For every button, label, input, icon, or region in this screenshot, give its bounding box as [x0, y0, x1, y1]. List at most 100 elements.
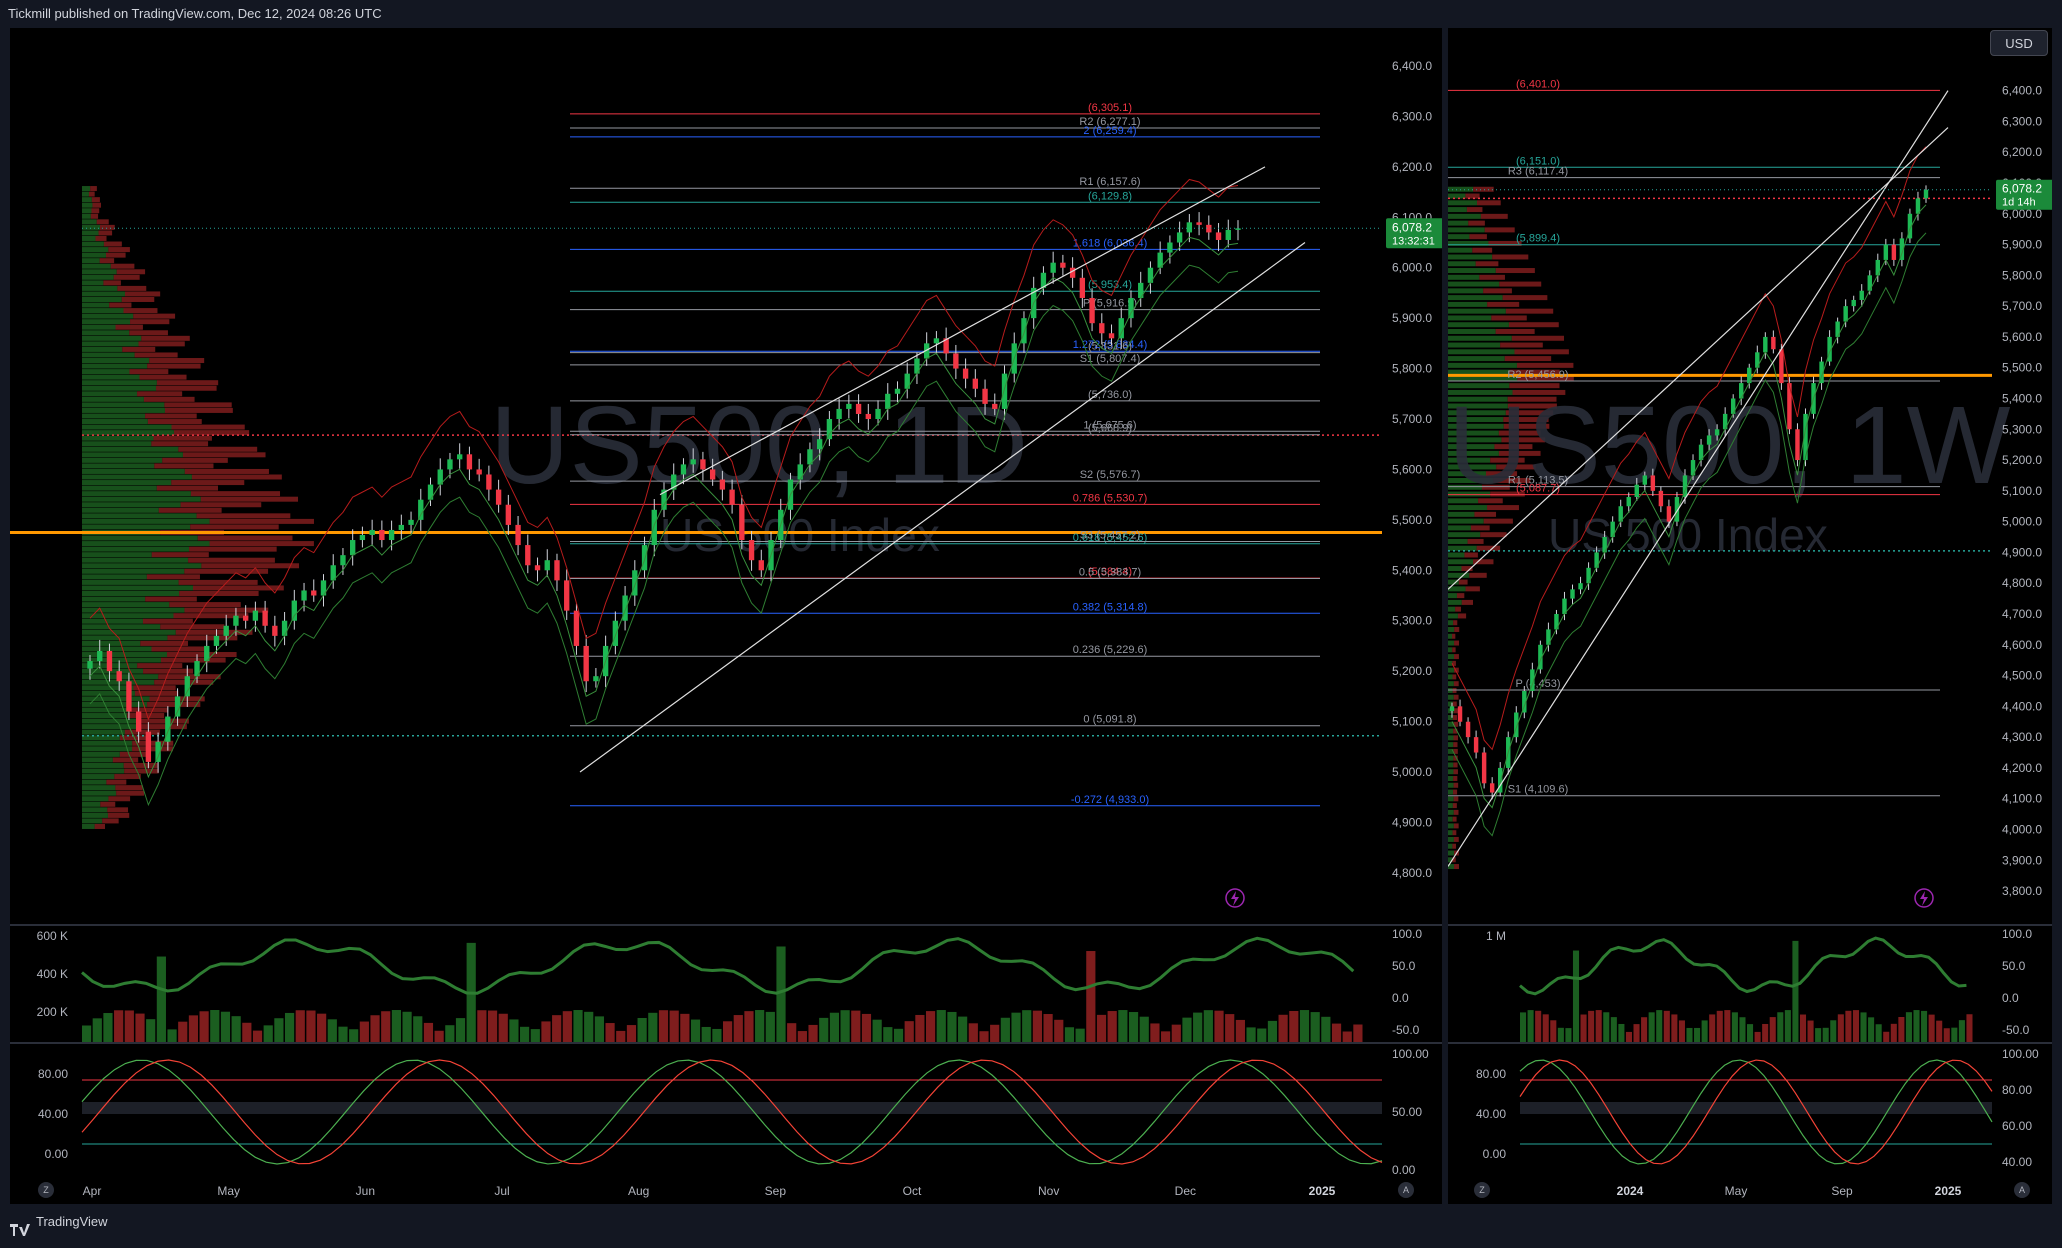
volume-bar: [520, 1026, 530, 1042]
volume-profile-bar-down: [1458, 579, 1468, 585]
volume-bar: [1656, 1010, 1663, 1042]
price-axis-label: 4,500.0: [2002, 669, 2042, 683]
candle-body: [1883, 244, 1889, 260]
volume-bar: [1852, 1010, 1859, 1042]
volume-profile-bar-down: [133, 685, 176, 691]
volume-bar: [1958, 1020, 1965, 1042]
volume-profile-bar-up: [82, 574, 147, 580]
volume-bar: [349, 1029, 359, 1042]
tradingview-logo-icon[interactable]: [10, 1216, 30, 1236]
right-auto-scale-a-button[interactable]: A: [2014, 1182, 2030, 1198]
left-auto-scale-a-button[interactable]: A: [1398, 1182, 1414, 1198]
right-main-chart[interactable]: US500, 1W US 500 Index (6,401.0) (6,151.0) R…: [1448, 28, 2052, 924]
volume-bar: [990, 1024, 1000, 1042]
volume-bar: [1663, 1010, 1670, 1042]
level-label: 0.5 (5,383.7): [1079, 567, 1141, 579]
volume-profile-bar-up: [1448, 660, 1453, 666]
volume-bar: [1633, 1024, 1640, 1042]
volume-profile-bar-down: [1452, 674, 1457, 680]
candle-body: [826, 419, 833, 440]
candle-body: [836, 408, 842, 420]
volume-profile-bar-down: [1480, 532, 1507, 538]
volume-bar: [1951, 1027, 1958, 1042]
right-volume-pane[interactable]: 1 M 100.0 50.0 0.0 -50.0: [1448, 926, 2052, 1042]
publish-header: Tickmill published on TradingView.com, D…: [0, 0, 2062, 28]
price-axis-label: 4,700.0: [2002, 607, 2042, 621]
volume-profile-bar-up: [82, 718, 141, 724]
volume-profile-bar-down: [178, 579, 258, 585]
volume-bar: [1868, 1017, 1875, 1042]
price-axis-label: 4,300.0: [2002, 730, 2042, 744]
candle-body: [281, 620, 288, 636]
price-axis-label: 4,000.0: [2002, 822, 2042, 836]
price-axis-label: 4,900.0: [2002, 545, 2042, 559]
volume-profile-bar-up: [82, 568, 185, 574]
volume-profile-bar-up: [1448, 559, 1474, 565]
candle-body: [573, 610, 580, 646]
volume-profile-bar-down: [1465, 586, 1480, 592]
volume-bar: [1588, 1010, 1595, 1042]
left-volume-pane[interactable]: 600 K 400 K 200 K 100.0 50.0 0.0 -50.0: [10, 926, 1442, 1042]
volume-profile-bar-down: [1483, 288, 1512, 294]
left-auto-scale-z-button[interactable]: Z: [38, 1182, 54, 1198]
volume-bar: [1603, 1012, 1610, 1042]
left-main-chart[interactable]: US500, 1D US 500 Index (6,305.1) R2 (6,277.…: [10, 28, 1442, 924]
volume-bar: [1625, 1031, 1632, 1042]
volume-profile-bar-down: [133, 313, 176, 319]
candle-body: [632, 570, 638, 596]
left-oscillator-pane[interactable]: 80.00 40.00 0.00 100.00 50.00 0.00: [10, 1044, 1442, 1178]
volume-profile-bar-up: [82, 602, 170, 608]
volume-profile-bar-down: [116, 269, 146, 275]
volume-bar: [1107, 1011, 1117, 1042]
currency-button[interactable]: USD: [1990, 30, 2048, 56]
right-time-axis[interactable]: 2024 May Sep 2025: [1448, 1178, 2052, 1204]
volume-bar: [1557, 1027, 1564, 1042]
price-axis-label: 5,300.0: [2002, 422, 2042, 436]
volume-profile-bar-up: [82, 346, 123, 352]
volume-profile-bar-down: [209, 541, 314, 547]
candle-body: [1570, 589, 1575, 599]
volume-bar: [92, 1018, 102, 1042]
candle-body: [700, 459, 706, 470]
volume-bar: [1278, 1014, 1288, 1042]
candle-body: [885, 393, 891, 409]
volume-profile-bar-down: [107, 812, 130, 818]
price-axis-label: 5,100.0: [1392, 715, 1432, 729]
candle-body: [583, 645, 589, 682]
candle-body: [1108, 333, 1115, 339]
volume-bar: [359, 1021, 369, 1042]
volume-profile-bar-up: [1448, 268, 1496, 274]
left-volume-svg: 600 K 400 K 200 K 100.0 50.0 0.0 -50.0: [37, 927, 1422, 1042]
volume-bar: [1928, 1014, 1935, 1042]
price-axis-label: 5,800.0: [2002, 268, 2042, 282]
candle-body: [495, 489, 502, 505]
right-oscillator-pane[interactable]: 80.00 40.00 0.00 100.00 80.00 60.00 40.00: [1448, 1044, 2052, 1178]
volume-profile-bar-down: [124, 729, 160, 735]
volume-profile-bar-down: [1454, 626, 1460, 632]
volume-profile-bar-up: [82, 557, 189, 563]
right-auto-scale-z-button[interactable]: Z: [1474, 1182, 1490, 1198]
volume-profile-bar-up: [82, 613, 174, 619]
volume-right-axis-label: 100.0: [2002, 927, 2032, 941]
volume-profile-bar-down: [200, 496, 299, 502]
volume-profile-bar-up: [82, 468, 185, 474]
candle-body: [729, 489, 735, 505]
volume-bar: [306, 1010, 316, 1042]
footer-brand[interactable]: TradingView: [36, 1206, 108, 1238]
left-time-axis[interactable]: Apr May Jun Jul Aug Sep Oct Nov Dec 2025: [10, 1178, 1442, 1204]
volume-bar: [295, 1010, 305, 1042]
volume-profile-bar-down: [1453, 789, 1458, 795]
volume-profile-bar-down: [134, 690, 179, 696]
volume-profile-bar-up: [1448, 525, 1471, 531]
volume-profile-bar-up: [82, 363, 148, 369]
candle-body: [408, 519, 414, 525]
price-axis-label: 5,600.0: [2002, 330, 2042, 344]
volume-profile-bar-down: [173, 430, 250, 436]
volume-profile-bar-up: [82, 790, 117, 796]
level-label: S1 (4,109.6): [1508, 784, 1569, 796]
volume-bar: [1011, 1012, 1021, 1042]
volume-bar: [1694, 1027, 1701, 1042]
volume-profile-bar-up: [82, 618, 143, 624]
volume-profile-bar-down: [162, 457, 228, 463]
volume-profile-bar-up: [82, 407, 165, 413]
